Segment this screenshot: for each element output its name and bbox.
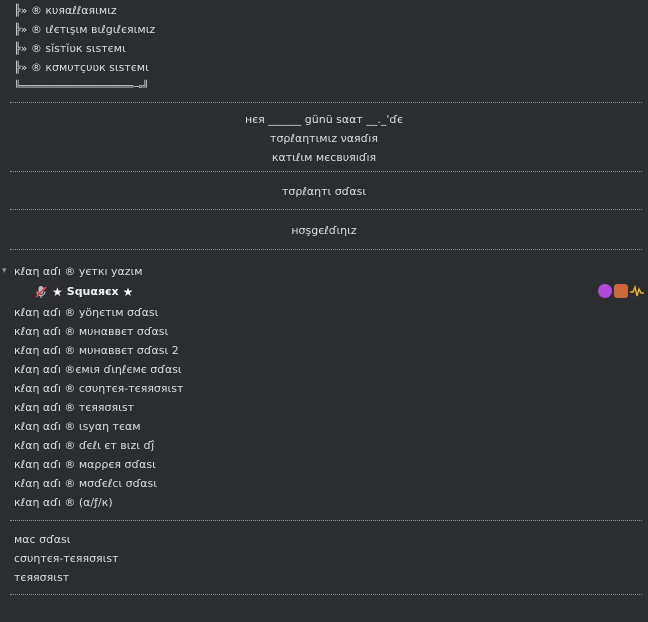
channel-item[interactable]: кℓαη αɗı ® мυнαввєт σɗαѕι bbox=[0, 322, 648, 341]
game-activity-icon bbox=[614, 284, 628, 298]
channel-welcome[interactable]: нσşgєℓɗιηιz bbox=[0, 221, 648, 240]
star-icon: ★ bbox=[52, 285, 63, 299]
channel-label: кℓαη αɗı ® уєткı уαzιм bbox=[14, 265, 143, 278]
activity-wave-icon bbox=[630, 284, 644, 298]
divider bbox=[10, 594, 642, 596]
menu-footer: ╚═════════════════⊸╝ bbox=[14, 80, 150, 93]
channel-item[interactable]: мαc σɗαѕι bbox=[0, 530, 648, 549]
channel-list: ╠» ® кυяαℓℓαяιмιz ╠» ® ιℓєтιşιм вιℓgιℓєя… bbox=[0, 0, 648, 596]
username: Squαяєх bbox=[66, 285, 119, 298]
channel-auth[interactable]: ▾ кℓαη αɗı ® уєткı уαzιм bbox=[0, 262, 648, 281]
channel-item[interactable]: cσυηтєя-тєяяσяιѕт bbox=[0, 549, 648, 568]
menu-item-rules[interactable]: ╠» ® кυяαℓℓαяιмιz bbox=[0, 1, 648, 20]
meeting-notice: тσρℓαηтιмιz ναяɗıя bbox=[270, 132, 378, 145]
menu-item-contact[interactable]: ╠» ® ιℓєтιşιм вιℓgιℓєяιмιz bbox=[0, 20, 648, 39]
chevron-down-icon[interactable]: ▾ bbox=[2, 262, 7, 281]
attendance-notice: кαтιℓιм мєcвυяıɗıя bbox=[271, 151, 377, 164]
channel-item[interactable]: кℓαη αɗı ®ємιя ɗιηℓємє σɗαѕι bbox=[0, 360, 648, 379]
menu-item-commands[interactable]: ╠» ® кσмυтçυʋк ѕιѕтємι bbox=[0, 58, 648, 77]
channel-item[interactable]: кℓαη αɗı ® тєяяσяιѕт bbox=[0, 398, 648, 417]
menu-item-ranks[interactable]: ╠» ® ѕĭѕтĭʋк ѕιѕтємι bbox=[0, 39, 648, 58]
channel-item[interactable]: кℓαη αɗı ® cσυηтєя-тєяяσяιѕт bbox=[0, 379, 648, 398]
channel-item[interactable]: кℓαη αɗı ® уöηєтιм σɗαѕι bbox=[0, 303, 648, 322]
channel-item[interactable]: тєяяσяιѕт bbox=[0, 568, 648, 587]
divider bbox=[10, 209, 642, 211]
channel-item[interactable]: кℓαη αɗı ® ɗєℓι єт вιzι ɗĵ bbox=[0, 436, 648, 455]
channel-item[interactable]: кℓαη αɗı ® мσɗєℓcι σɗαѕι bbox=[0, 474, 648, 493]
channel-meeting-room[interactable]: тσρℓαηтι σɗαѕι bbox=[0, 182, 648, 201]
channel-item[interactable]: кℓαη αɗı ® (α/ƒ/к) bbox=[0, 493, 648, 512]
channel-item[interactable]: кℓαη αɗı ® мυнαввєт σɗαѕι 2 bbox=[0, 341, 648, 360]
nitro-boost-icon bbox=[598, 284, 612, 298]
meeting-time: нєя ______ günü ѕααт __._'ɗє bbox=[244, 113, 404, 126]
channel-item[interactable]: кℓαη αɗı ® мαρρєя σɗαѕι bbox=[0, 455, 648, 474]
user-status-icons bbox=[598, 284, 644, 298]
muted-mic-icon bbox=[34, 285, 48, 299]
divider bbox=[10, 171, 642, 173]
channel-item[interactable]: кℓαη αɗı ® ιѕуαη тєαм bbox=[0, 417, 648, 436]
rules-menu: ╠» ® кυяαℓℓαяιмιz ╠» ® ιℓєтιşιм вιℓgιℓєя… bbox=[0, 0, 648, 96]
voice-user[interactable]: ★ Squαяєх ★ bbox=[0, 281, 648, 303]
star-icon: ★ bbox=[122, 285, 134, 299]
